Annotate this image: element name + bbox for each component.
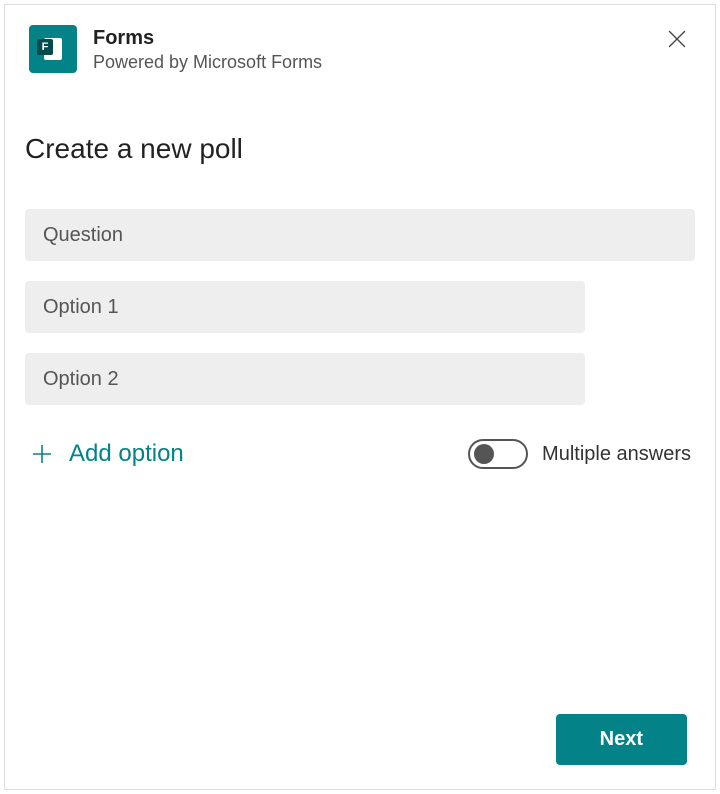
option-row (25, 353, 695, 405)
page-title: Create a new poll (25, 133, 695, 165)
option-row (25, 281, 695, 333)
option-2-input[interactable] (25, 353, 585, 405)
close-button[interactable] (663, 25, 691, 53)
multiple-answers-label: Multiple answers (542, 443, 691, 466)
forms-dialog: F Forms Powered by Microsoft Forms Creat… (4, 4, 716, 790)
dialog-header: F Forms Powered by Microsoft Forms (5, 5, 715, 73)
forms-icon-letter: F (37, 39, 53, 55)
forms-app-icon: F (29, 25, 77, 73)
plus-icon (29, 441, 55, 467)
app-title: Forms (93, 27, 647, 50)
option-1-input[interactable] (25, 281, 585, 333)
close-icon (668, 30, 686, 48)
question-input[interactable] (25, 209, 695, 261)
controls-row: Add option Multiple answers (25, 439, 695, 469)
add-option-label: Add option (69, 440, 184, 468)
multiple-answers-group: Multiple answers (468, 439, 691, 469)
header-text: Forms Powered by Microsoft Forms (93, 25, 647, 73)
toggle-knob (474, 444, 494, 464)
multiple-answers-toggle[interactable] (468, 439, 528, 469)
dialog-footer: Next (5, 694, 715, 789)
add-option-button[interactable]: Add option (29, 440, 184, 468)
dialog-body: Create a new poll Add option (5, 73, 715, 694)
question-row (25, 209, 695, 261)
next-button[interactable]: Next (556, 714, 687, 765)
app-subtitle: Powered by Microsoft Forms (93, 52, 647, 73)
